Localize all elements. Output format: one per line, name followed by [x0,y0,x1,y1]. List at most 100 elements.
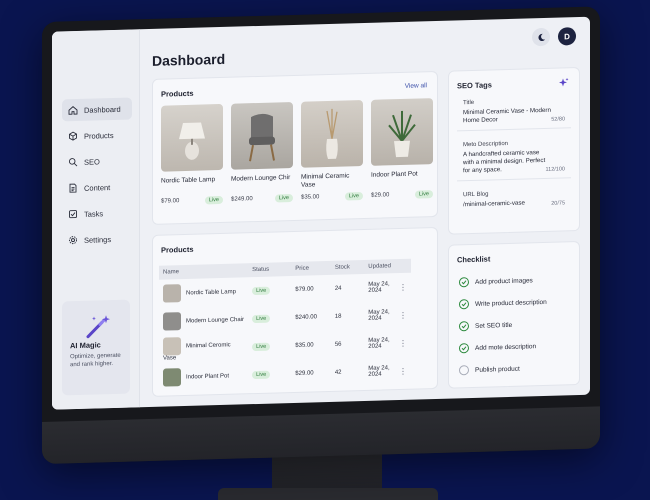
product-image-plant [371,98,433,166]
checklist-label: Write product description [475,298,547,308]
sidebar-nav: Dashboard Products SEO Content Tasks Set… [62,97,132,255]
status-badge: Live [252,314,271,324]
theme-toggle-button[interactable] [532,27,550,47]
column-header[interactable]: Updated [364,259,395,274]
more-options-icon[interactable]: ⋮ [395,301,411,329]
row-stock: 18 [334,313,342,320]
sidebar-item-dashboard[interactable]: Dashboard [62,97,132,122]
status-badge: Live [204,195,223,205]
sparkle-icon[interactable] [559,77,569,87]
checkbox-icon [69,210,77,219]
row-name: Indoor Plant Pot [186,373,230,381]
product-price: $29.00 [371,192,390,199]
status-badge: Live [252,370,271,380]
product-card[interactable]: Minimal Ceramic Vase $35.00 Live [301,100,363,202]
document-icon [69,183,77,193]
ai-card-title: AI Magic [70,340,101,351]
sidebar-item-products[interactable]: Products [62,123,132,147]
ai-card-subtitle: Optimize, generate and rank higher. [70,352,121,369]
monitor-chin [42,406,600,464]
row-name: Modern Lounge Chair [186,316,245,325]
checklist-card: Checklist Add product images Write produ… [448,240,580,389]
sidebar: Dashboard Products SEO Content Tasks Set… [52,29,140,410]
products-table: Name Status Price Stock Updated Nordic T… [159,258,411,392]
product-price: $249.00 [231,196,253,203]
row-updated: May 24, 2024 [368,309,390,322]
checklist-item[interactable]: Publish product [459,356,579,381]
product-price: $35.00 [301,194,320,201]
status-badge: Live [414,190,433,199]
search-icon [68,158,78,167]
box-icon [69,131,77,141]
row-price: $240.00 [295,314,317,321]
product-thumbnail [163,337,181,356]
gear-icon [69,236,77,245]
product-card[interactable]: Modern Lounge Chir $249.00 Live [231,101,293,204]
sidebar-item-label: Products [84,130,114,141]
ai-magic-card[interactable]: AI Magic Optimize, generate and rank hig… [62,299,130,396]
row-updated: May 24, 2024 [368,365,390,378]
more-options-icon[interactable]: ⋮ [395,357,411,385]
avatar[interactable]: D [558,27,576,46]
field-label: URL Blog [463,191,489,199]
screen: Dashboard Products SEO Content Tasks Set… [52,16,590,410]
products-card: Products View all Nordic Table Lamp $79.… [152,70,438,225]
empty-circle-icon [459,365,469,376]
product-image-lamp [161,103,223,172]
column-header[interactable]: Price [291,261,331,276]
moon-icon [537,33,545,41]
row-updated: May 24, 2024 [368,337,390,350]
product-name: Indoor Plant Pot [371,170,418,179]
sidebar-item-label: Settings [84,234,112,245]
check-icon [459,299,469,310]
row-price: $29.00 [295,370,314,377]
sidebar-item-label: Dashboard [84,104,121,115]
more-options-icon[interactable]: ⋮ [395,329,411,357]
field-value: A handcrafted ceramic vase with a minima… [463,149,546,175]
magic-wand-icon [86,315,110,339]
product-card[interactable]: Indoor Plant Pot $29.00 Live [371,98,433,200]
checklist-label: Add product images [475,276,533,286]
meta-description-field[interactable]: Meto Description A handcrafted ceramic v… [457,134,571,182]
seo-tags-card: SEO Tags Title Minimal Ceramic Vase - Mo… [448,66,580,235]
check-icon [459,277,469,288]
main-area: Dashboard D Products View all Nordic Tab… [152,17,590,407]
status-badge: Live [274,193,293,203]
sidebar-item-content[interactable]: Content [62,175,132,199]
monitor-base [218,488,438,500]
row-stock: 24 [334,285,342,292]
check-icon [459,343,469,354]
field-value: Minimal Ceramic Vase - Modern Home Decor [463,106,551,125]
view-all-link[interactable]: View all [405,82,427,90]
url-field[interactable]: URL Blog /minimal-ceramic-vase 20/75 [457,184,571,214]
row-price: $35.00 [295,342,314,349]
sidebar-item-seo[interactable]: SEO [62,149,132,173]
sidebar-item-label: Tasks [84,208,104,219]
table-row[interactable]: Indoor Plant Pot Live $29.00 42 May 24, … [159,357,411,392]
checklist-label: Add mote description [475,342,537,352]
more-options-icon[interactable]: ⋮ [395,273,411,301]
column-header[interactable]: Status [248,262,291,277]
product-image-chair [231,101,293,170]
seo-title-field[interactable]: Title Minimal Ceramic Vase - Modern Home… [457,92,571,132]
checklist-title: Checklist [457,254,491,265]
product-price: $79.00 [161,198,180,205]
field-label: Meto Description [463,140,509,149]
row-updated: May 24, 2024 [368,281,390,294]
sidebar-item-settings[interactable]: Settings [62,227,132,251]
top-actions: D [532,27,576,47]
seo-tags-title: SEO Tags [457,80,492,91]
row-stock: 56 [334,341,342,348]
products-table-card: Products Name Status Price Stock Updated [152,226,438,397]
status-badge: Live [252,286,271,296]
home-icon [68,106,78,115]
column-header[interactable]: Stock [331,260,364,275]
sidebar-item-label: Content [84,182,111,193]
product-thumbnail [163,284,181,303]
char-count: 52/80 [551,116,565,123]
product-name: Nordic Table Lamp [161,176,216,185]
sidebar-item-tasks[interactable]: Tasks [62,201,132,225]
row-name: Nordic Table Lamp [186,289,236,297]
product-card[interactable]: Nordic Table Lamp $79.00 Live [161,103,223,206]
monitor: Dashboard Products SEO Content Tasks Set… [42,6,600,465]
